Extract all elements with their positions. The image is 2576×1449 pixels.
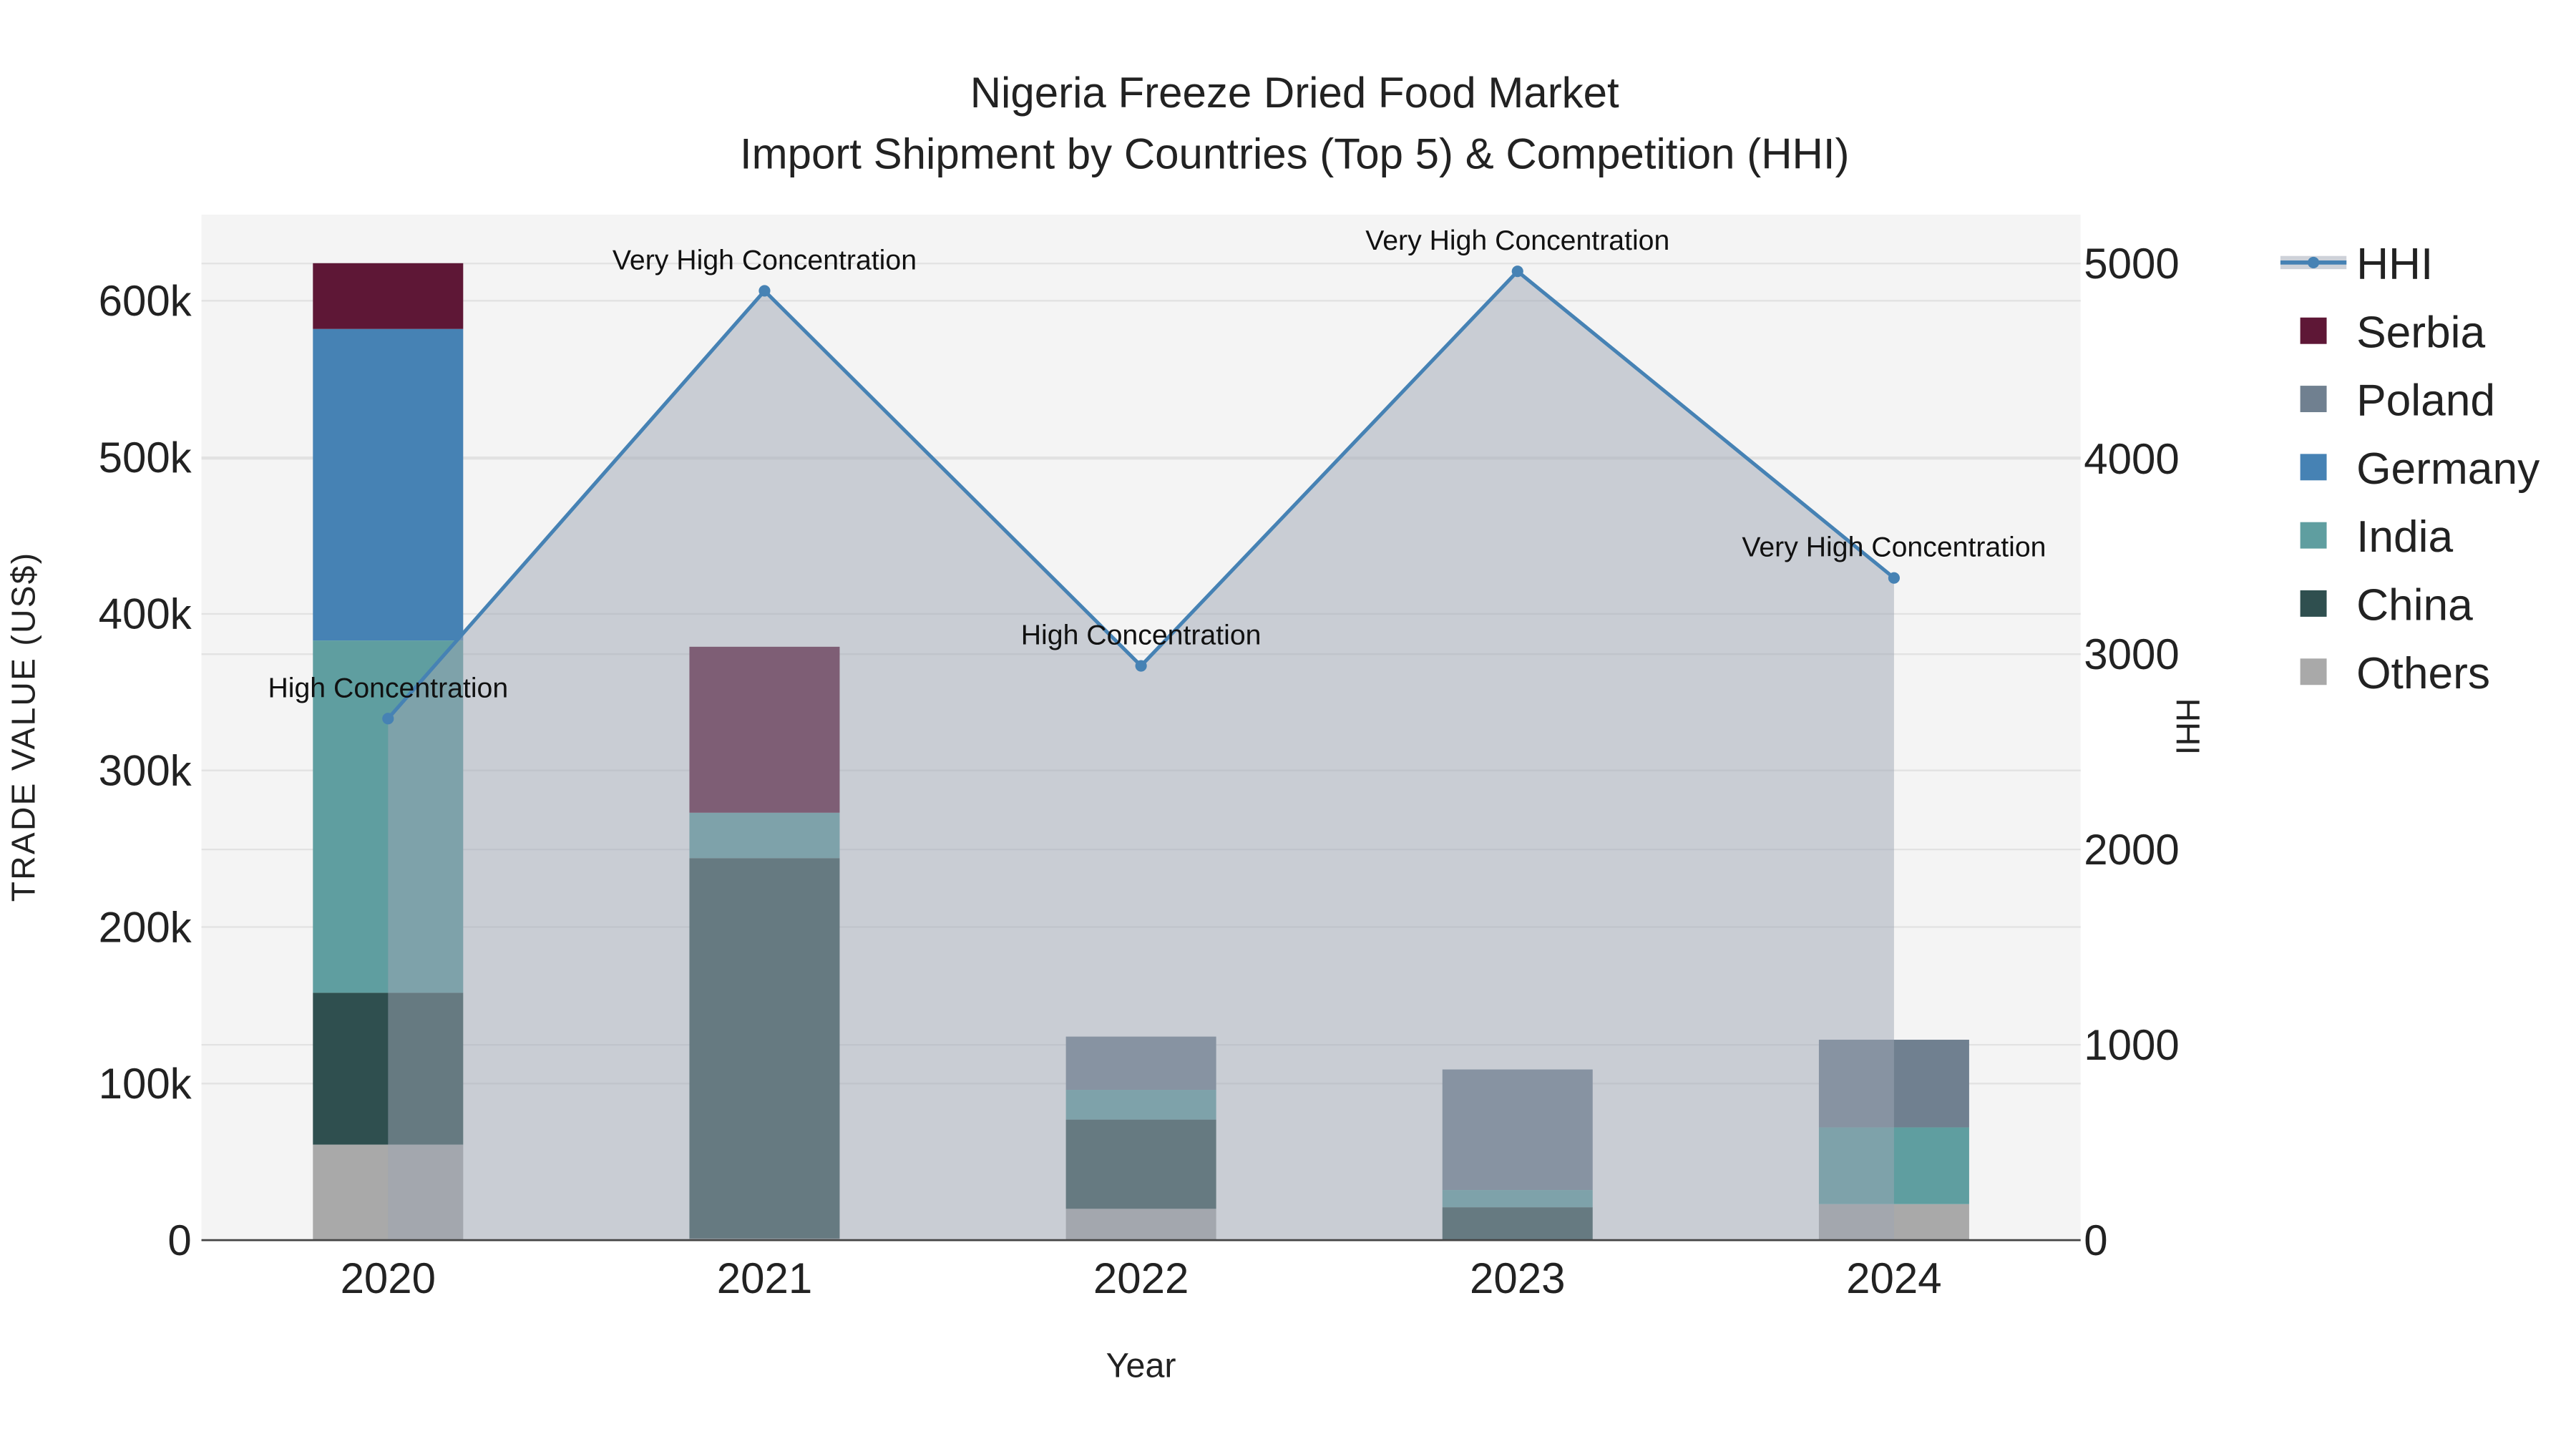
legend-label-hhi: HHI <box>2356 240 2433 289</box>
y-tick-label: 300k <box>99 746 192 794</box>
legend-swatch-germany <box>2300 454 2327 481</box>
y2-tick-label: 3000 <box>2084 630 2179 678</box>
x-axis-title: Year <box>1106 1347 1176 1385</box>
y-tick-label: 0 <box>167 1216 191 1264</box>
hhi-point-2020 <box>382 713 394 725</box>
legend-hhi-marker <box>2308 256 2320 268</box>
legend-label-poland: Poland <box>2356 376 2495 426</box>
legend-swatch-others <box>2300 658 2327 686</box>
hhi-point-2022 <box>1135 660 1147 672</box>
legend-swatch-china <box>2300 590 2327 617</box>
chart: High Concentration Very High Concentratio… <box>4 69 2540 1385</box>
legend-label-germany: Germany <box>2356 444 2540 494</box>
legend-label-china: China <box>2356 581 2473 630</box>
hhi-annotation: High Concentration <box>268 672 508 703</box>
x-tick-label: 2020 <box>341 1254 436 1302</box>
y-tick-label: 600k <box>99 277 192 325</box>
y-tick-label: 200k <box>99 903 192 951</box>
y-tick-label: 400k <box>99 590 192 638</box>
hhi-point-2021 <box>758 285 771 297</box>
y2-tick-label: 1000 <box>2084 1021 2179 1069</box>
y2-tick-label: 4000 <box>2084 435 2179 483</box>
bar-germany-2020 <box>313 328 464 641</box>
x-tick-label: 2024 <box>1846 1254 1941 1302</box>
legend-label-serbia: Serbia <box>2356 308 2485 357</box>
hhi-annotation: Very High Concentration <box>613 244 917 275</box>
hhi-annotation: High Concentration <box>1021 620 1262 651</box>
y-tick-label: 100k <box>99 1060 192 1108</box>
y2-tick-label: 0 <box>2084 1216 2107 1264</box>
hhi-point-2023 <box>1511 265 1523 278</box>
x-tick-label: 2021 <box>717 1254 812 1302</box>
y-axis-title: TRADE VALUE (US$) <box>4 552 42 902</box>
y2-axis-title: HHI <box>2170 698 2207 755</box>
legend-swatch-india <box>2300 522 2327 549</box>
legend-label-others: Others <box>2356 649 2490 698</box>
y2-tick-label: 2000 <box>2084 826 2179 874</box>
y2-tick-label: 5000 <box>2084 240 2179 288</box>
legend-swatch-serbia <box>2300 317 2327 344</box>
x-tick-label: 2023 <box>1470 1254 1565 1302</box>
hhi-point-2024 <box>1888 572 1900 584</box>
hhi-annotation: Very High Concentration <box>1365 225 1669 256</box>
legend-swatch-poland <box>2300 386 2327 412</box>
legend: HHI Serbia Poland Germany India China Others <box>2280 240 2540 698</box>
y-tick-label: 500k <box>99 434 192 482</box>
hhi-annotation: Very High Concentration <box>1742 532 2046 563</box>
legend-label-india: India <box>2356 512 2453 562</box>
bar-serbia-2020 <box>313 263 464 329</box>
chart-title: Nigeria Freeze Dried Food Market <box>970 69 1619 117</box>
chart-subtitle: Import Shipment by Countries (Top 5) & C… <box>740 130 1850 177</box>
x-tick-label: 2022 <box>1093 1254 1189 1302</box>
